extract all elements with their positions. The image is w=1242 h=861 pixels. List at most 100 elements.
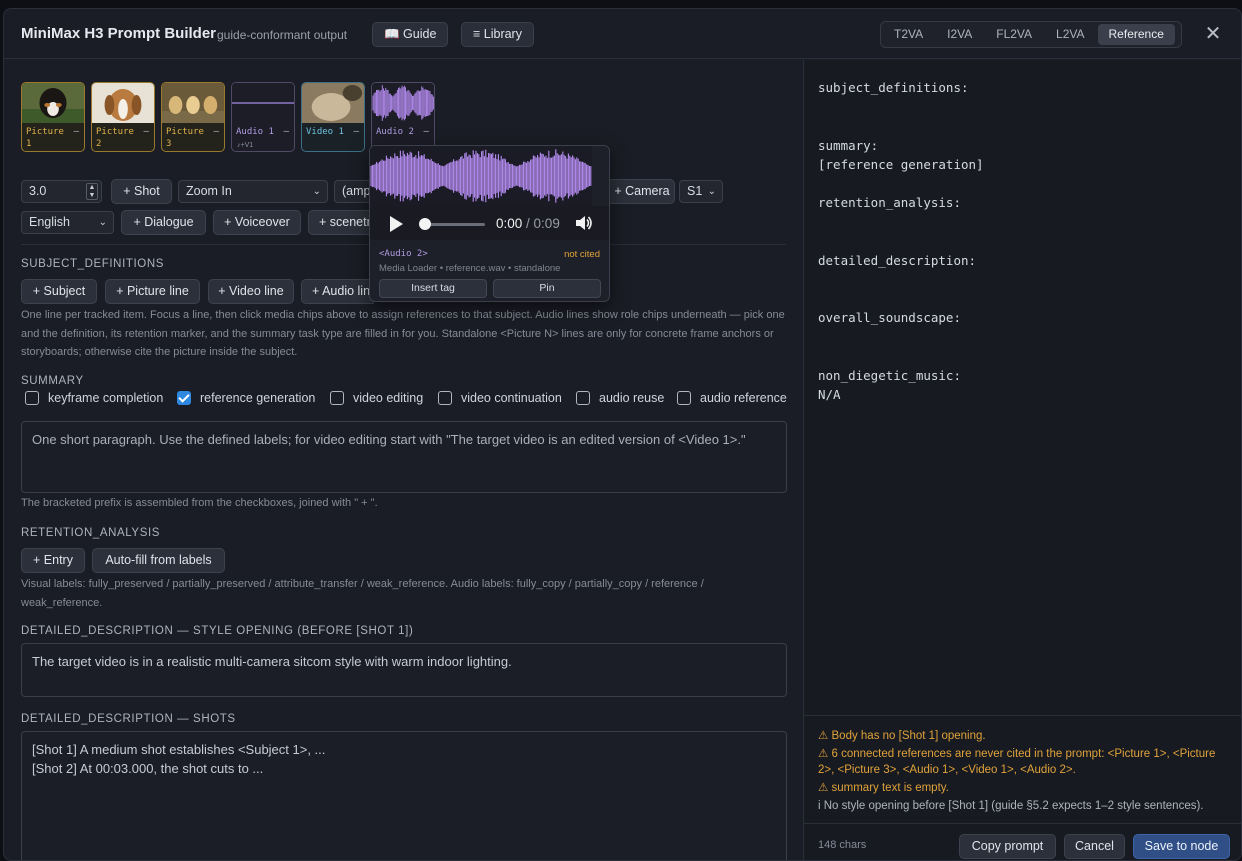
warning-message: ⚠ 6 connected references are never cited… [818,748,1216,776]
subject-definitions-help: One line per tracked item. Focus a line,… [21,309,785,358]
play-icon[interactable] [390,216,403,232]
media-chip-picture-1[interactable]: Picture 1 – [21,82,85,152]
warning-message: ⚠ summary text is empty. [818,782,949,794]
puppies-thumbnail [162,83,224,123]
volume-icon[interactable] [575,215,593,231]
summary-help: The bracketed prefix is assembled from t… [21,497,378,509]
speaker-select[interactable]: S1 ⌄ [679,180,723,203]
checkbox-icon[interactable] [330,391,344,405]
chip-remove-icon[interactable]: – [353,126,359,137]
style-opening-textarea[interactable]: The target video is in a realistic multi… [21,643,787,697]
close-icon[interactable]: ✕ [1202,23,1224,45]
checkbox-icon[interactable] [576,391,590,405]
stepper-icon[interactable]: ▲ ▼ [86,183,98,200]
time-display: 0:00 / 0:09 [496,216,560,231]
checkbox-video-continuation[interactable]: video continuation [438,390,562,406]
checkbox-icon[interactable] [438,391,452,405]
media-chip-picture-2[interactable]: Picture 2 – [91,82,155,152]
shots-heading: DETAILED_DESCRIPTION — SHOTS [21,713,236,725]
add-shot-button[interactable]: + Shot [111,179,172,204]
audio-player: 0:00 / 0:09 [370,206,609,240]
language-select[interactable]: English ⌄ [21,211,114,234]
add-voiceover-button[interactable]: + Voiceover [213,210,301,235]
media-chip-picture-3[interactable]: Picture 3 – [161,82,225,152]
beagle-thumbnail [92,83,154,123]
checkbox-keyframe-completion[interactable]: keyframe completion [25,390,163,406]
media-chip-video-1[interactable]: Video 1 – [301,82,365,152]
checkbox-reference-generation[interactable]: reference generation [177,390,315,406]
checkbox-video-editing[interactable]: video editing [330,390,423,406]
tab-i2va[interactable]: I2VA [936,24,983,45]
checkbox-checked-icon[interactable] [177,391,191,405]
citation-status: not cited [564,249,600,260]
add-camera-button[interactable]: + Camera [610,179,675,204]
chevron-down-icon: ⌄ [98,217,107,228]
chip-remove-icon[interactable]: – [73,126,79,137]
cancel-button[interactable]: Cancel [1064,834,1125,859]
add-picture-line-button[interactable]: + Picture line [105,279,200,304]
checkbox-icon[interactable] [677,391,691,405]
add-dialogue-button[interactable]: + Dialogue [121,210,206,235]
chip-remove-icon[interactable]: – [213,126,219,137]
seek-bar[interactable] [425,223,485,226]
copy-prompt-button[interactable]: Copy prompt [959,834,1056,859]
chip-sub-label: ♪+V1 [237,142,254,149]
chip-label: Picture 3 [166,127,204,149]
waveform-icon [232,83,294,123]
tab-l2va[interactable]: L2VA [1045,24,1095,45]
camera-move-select[interactable]: Zoom In ⌄ [178,180,328,203]
auto-fill-button[interactable]: Auto-fill from labels [92,548,225,573]
dialog-title: MiniMax H3 Prompt Builder [21,25,217,42]
dialog-subtitle: guide-conformant output [217,28,348,42]
media-chip-audio-1[interactable]: Audio 1 – ♪+V1 [231,82,295,152]
add-entry-button[interactable]: + Entry [21,548,85,573]
chip-remove-icon[interactable]: – [283,126,289,137]
add-audio-line-button[interactable]: + Audio line [301,279,374,304]
checkbox-audio-reuse[interactable]: audio reuse [576,390,664,406]
chip-remove-icon[interactable]: – [143,126,149,137]
prompt-builder-dialog: MiniMax H3 Prompt Builder guide-conforma… [3,8,1242,861]
guide-button[interactable]: 📖 Guide [372,22,449,47]
add-video-line-button[interactable]: + Video line [208,279,294,304]
summary-textarea[interactable]: One short paragraph. Use the defined lab… [21,421,787,493]
chip-label: Audio 2 [376,127,414,137]
audio-tag: <Audio 2> [379,249,428,259]
dialog-header: MiniMax H3 Prompt Builder guide-conforma… [4,9,1241,59]
chevron-down-icon: ⌄ [312,186,321,197]
add-scene-transition-button[interactable]: + scenetra [308,210,374,235]
chip-label: Picture 2 [96,127,134,149]
pin-button[interactable]: Pin [493,279,601,298]
audio-meta: Media Loader • reference.wav • standalon… [379,263,561,274]
char-count: 148 chars [818,839,867,851]
style-opening-heading: DETAILED_DESCRIPTION — STYLE OPENING (BE… [21,625,414,637]
library-button[interactable]: ≡ Library [461,22,534,47]
amplitude-select[interactable]: (ampl [334,180,374,203]
chevron-down-icon: ⌄ [707,186,716,197]
tab-fl2va[interactable]: FL2VA [985,24,1043,45]
validation-messages: ⚠ Body has no [Shot 1] opening. ⚠ 6 conn… [804,715,1241,823]
checkbox-audio-reference[interactable]: audio reference [677,390,787,406]
shots-textarea[interactable]: [Shot 1] A medium shot establishes <Subj… [21,731,787,860]
chip-label: Audio 1 [236,127,274,137]
retention-heading: RETENTION_ANALYSIS [21,527,161,539]
checkbox-icon[interactable] [25,391,39,405]
seek-handle[interactable] [419,218,431,230]
waveform-icon [370,146,592,206]
warning-message: ⚠ Body has no [Shot 1] opening. [818,730,986,742]
subject-definitions-heading: SUBJECT_DEFINITIONS [21,258,165,270]
insert-tag-button[interactable]: Insert tag [379,279,487,298]
audio-preview-popover: 0:00 / 0:09 <Audio 2> not cited Media Lo… [369,145,610,302]
add-subject-button[interactable]: + Subject [21,279,97,304]
retention-help: Visual labels: fully_preserved / partial… [21,578,704,609]
prompt-preview-text: subject_definitions: summary: [reference… [818,80,984,403]
media-chip-audio-2[interactable]: Audio 2 – [371,82,435,152]
tab-t2va[interactable]: T2VA [883,24,934,45]
prompt-preview-pane: subject_definitions: summary: [reference… [803,60,1241,860]
chip-remove-icon[interactable]: – [423,126,429,137]
tab-reference[interactable]: Reference [1097,24,1175,45]
waveform-icon [372,83,434,123]
save-to-node-button[interactable]: Save to node [1133,834,1230,859]
video-thumbnail [302,83,364,123]
summary-heading: SUMMARY [21,375,84,387]
duration-input[interactable]: 3.0 ▲ ▼ [21,180,102,203]
